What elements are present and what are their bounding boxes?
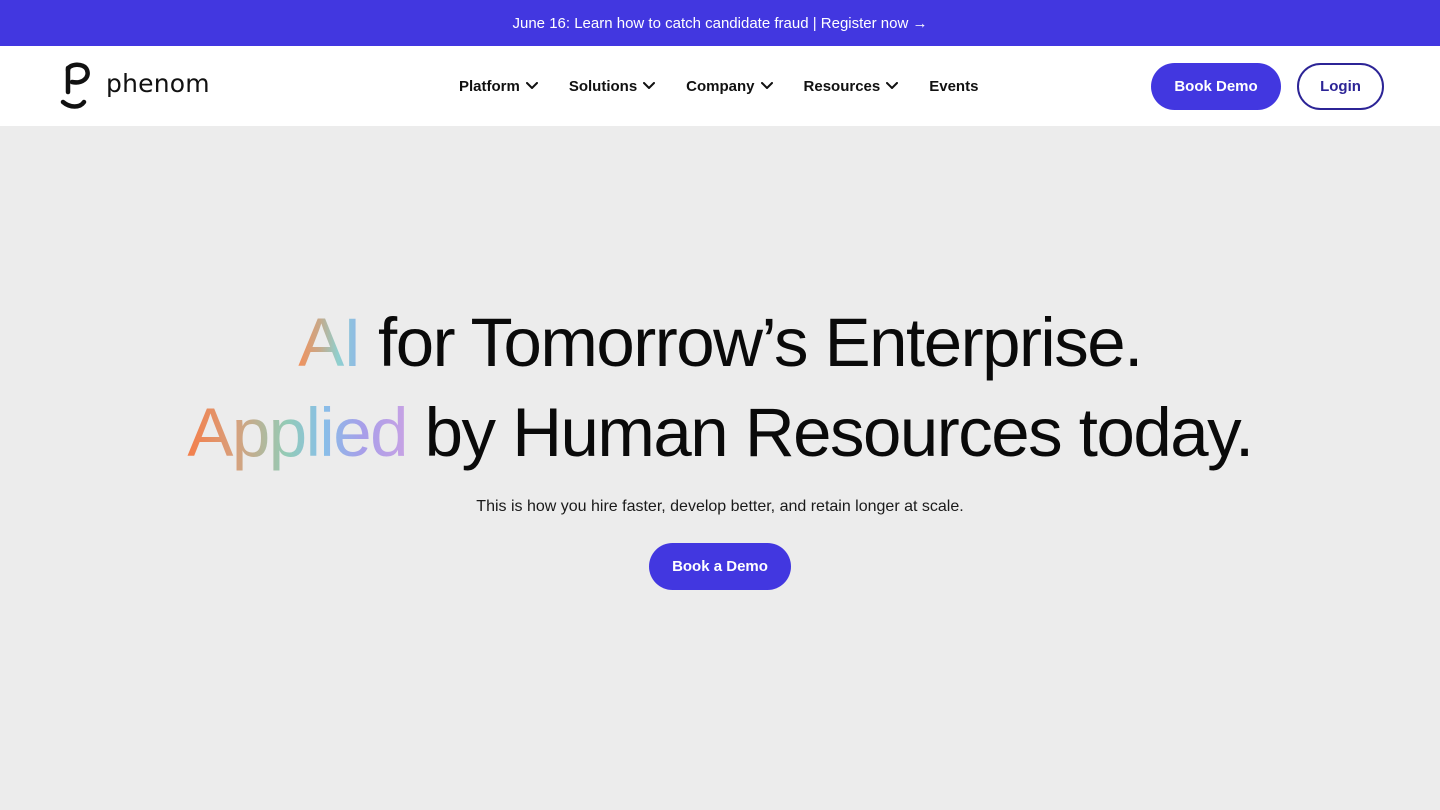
nav-item-label: Company [686, 77, 755, 95]
headline-line-1-text: for Tomorrow’s Enterprise. [360, 304, 1143, 381]
nav-item-resources[interactable]: Resources [804, 78, 899, 95]
chevron-down-icon [760, 82, 773, 89]
announcement-bar[interactable]: June 16: Learn how to catch candidate fr… [0, 0, 1440, 46]
headline-line-2-text: by Human Resources today. [407, 394, 1254, 471]
login-button[interactable]: Login [1297, 63, 1384, 110]
chevron-down-icon [643, 82, 656, 89]
headline-line-1: AI for Tomorrow’s Enterprise. [0, 298, 1440, 388]
phenom-logo-icon [60, 62, 90, 109]
hero-subtitle: This is how you hire faster, develop bet… [476, 498, 964, 515]
brand-logo[interactable]: phenom [60, 62, 210, 110]
headline-highlight-applied: Applied [187, 394, 408, 471]
chevron-down-icon [525, 82, 538, 89]
nav-item-label: Events [929, 77, 979, 95]
nav-item-platform[interactable]: Platform [459, 78, 538, 95]
nav-item-label: Solutions [568, 77, 638, 95]
main-nav: Platform Solutions Company Resources Eve… [459, 46, 978, 126]
site-header: phenom Platform Solutions Company Resour… [0, 46, 1440, 126]
hero-section: AI for Tomorrow’s Enterprise. Applied by… [0, 126, 1440, 810]
hero-headline: AI for Tomorrow’s Enterprise. Applied by… [0, 298, 1440, 478]
book-demo-button[interactable]: Book Demo [1151, 63, 1281, 110]
headline-line-2: Applied by Human Resources today. [0, 388, 1440, 478]
announcement-text[interactable]: June 16: Learn how to catch candidate fr… [513, 15, 928, 32]
nav-item-company[interactable]: Company [686, 77, 773, 95]
chevron-down-icon [886, 82, 899, 89]
nav-item-events[interactable]: Events [929, 78, 978, 95]
nav-item-label: Platform [459, 77, 520, 95]
nav-item-solutions[interactable]: Solutions [568, 77, 656, 95]
headline-highlight-ai: AI [298, 304, 362, 381]
nav-item-label: Resources [803, 77, 881, 95]
book-a-demo-button[interactable]: Book a Demo [649, 543, 791, 590]
brand-name: phenom [106, 68, 210, 98]
